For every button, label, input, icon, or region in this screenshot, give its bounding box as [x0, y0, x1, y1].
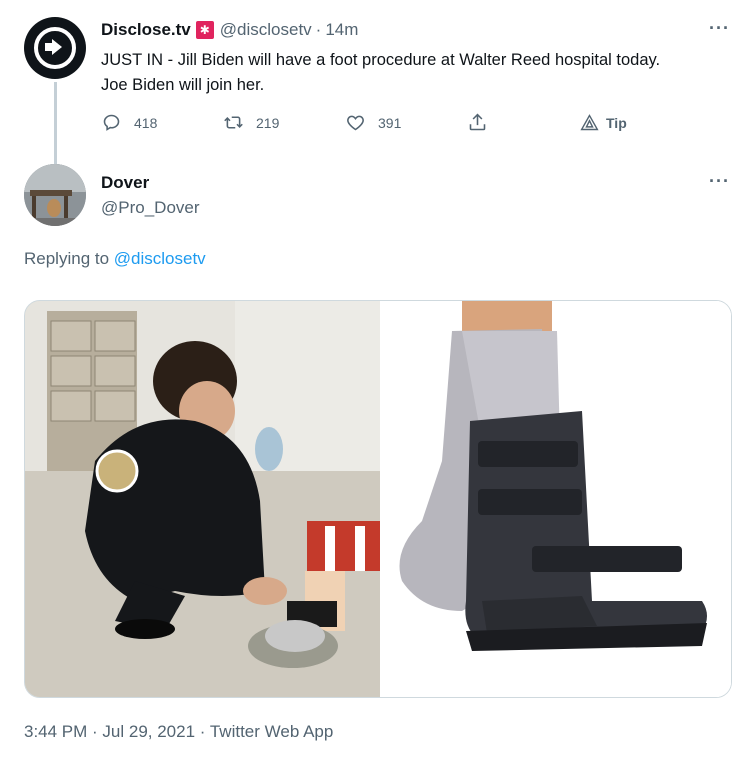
tip-icon — [580, 114, 599, 131]
retweet-count: 219 — [256, 114, 280, 131]
author-name[interactable]: Disclose.tv — [101, 20, 191, 40]
officer-ankle-monitor-photo[interactable] — [25, 301, 380, 697]
separator: · — [315, 20, 322, 39]
reply-icon — [103, 114, 120, 131]
share-button[interactable] — [467, 112, 500, 133]
siren-emoji-icon: ✱ — [195, 21, 214, 39]
avatar-photo — [24, 164, 86, 226]
retweet-icon — [224, 116, 243, 129]
officer-photo-illustration — [25, 301, 380, 697]
reply-count: 418 — [134, 114, 158, 131]
dover-avatar[interactable] — [24, 164, 86, 226]
tweet-header: Disclose.tv ✱ @disclosetv · 14m — [101, 20, 358, 40]
more-options-icon[interactable]: ··· — [709, 18, 730, 39]
tweet-text-line2: Joe Biden will join her. — [101, 76, 265, 94]
walking-boot-illustration — [382, 301, 731, 697]
share-icon — [469, 113, 486, 131]
disclosetv-avatar[interactable] — [24, 17, 86, 79]
time-ago[interactable]: 14m — [325, 20, 358, 40]
thread-connector — [54, 82, 57, 164]
tweet-timestamp[interactable]: 3:44 PM · Jul 29, 2021 · Twitter Web App — [24, 722, 333, 742]
disclosetv-logo-icon — [34, 27, 76, 69]
replying-to-link[interactable]: @disclosetv — [114, 249, 206, 268]
walking-boot-photo[interactable] — [380, 301, 731, 697]
reply-author-name[interactable]: Dover — [101, 173, 149, 193]
tip-label: Tip — [606, 114, 627, 131]
action-bar: 418 219 391 Tip — [101, 112, 741, 138]
like-icon — [347, 115, 364, 131]
parent-tweet[interactable]: Disclose.tv ✱ @disclosetv · 14m ··· JUST… — [0, 0, 752, 164]
like-button[interactable]: 391 — [345, 112, 401, 133]
like-count: 391 — [378, 114, 402, 131]
replying-prefix: Replying to — [24, 249, 114, 268]
author-handle[interactable]: @disclosetv — [220, 20, 312, 40]
retweet-button[interactable]: 219 — [223, 112, 279, 133]
reply-button[interactable]: 418 — [101, 112, 157, 133]
tweet-text: JUST IN - Jill Biden will have a foot pr… — [101, 48, 741, 98]
tweet-text-line1: JUST IN - Jill Biden will have a foot pr… — [101, 51, 661, 69]
reply-more-options-icon[interactable]: ··· — [709, 171, 730, 192]
reply-author-handle[interactable]: @Pro_Dover — [101, 198, 200, 218]
tip-button[interactable]: Tip — [579, 112, 627, 133]
media-grid — [24, 300, 732, 698]
replying-to: Replying to @disclosetv — [24, 249, 206, 269]
